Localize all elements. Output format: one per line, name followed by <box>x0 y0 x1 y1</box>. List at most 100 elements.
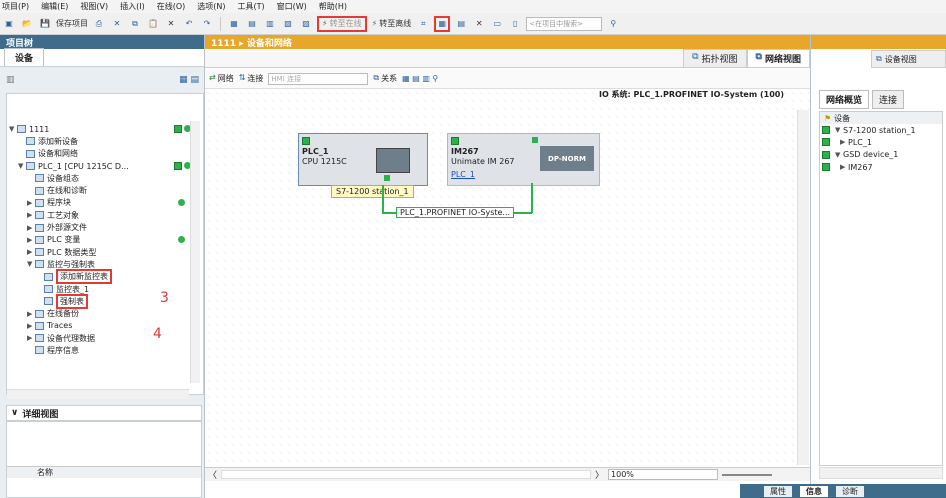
menu-tools[interactable]: 工具(T) <box>237 1 264 12</box>
tree-scrollbar[interactable] <box>190 121 200 383</box>
open-project-icon[interactable]: 📂 <box>20 16 34 32</box>
undo-icon[interactable]: ↶ <box>182 16 196 32</box>
editor-hscrollbar[interactable] <box>221 470 592 479</box>
topology-view-tab[interactable]: ⧉ 拓扑视图 <box>683 49 747 68</box>
copy-icon[interactable]: ⧉ <box>128 16 142 32</box>
tab-info[interactable]: 信息 <box>800 485 828 497</box>
tree-item[interactable]: 添加新监控表 <box>7 269 193 285</box>
tab-diagnostics[interactable]: 诊断 <box>836 485 864 497</box>
row-check-icon[interactable] <box>822 138 830 147</box>
print-icon[interactable]: ⎙ <box>92 16 106 32</box>
menu-view[interactable]: 视图(V) <box>80 1 108 12</box>
accessible-devices-icon[interactable]: ⌗ <box>416 16 430 32</box>
network-button[interactable]: ⇄ 网络 <box>209 73 234 84</box>
download-icon[interactable]: ▤ <box>245 16 259 32</box>
tree-item[interactable]: 程序信息 <box>7 344 193 356</box>
tree-item[interactable]: ▶ 在线备份 <box>7 307 193 319</box>
expand-right-icon[interactable]: ▶ <box>27 248 35 256</box>
cross-reference-icon[interactable]: ✕ <box>472 16 486 32</box>
save-button[interactable]: 保存项目 <box>56 18 88 29</box>
expand-right-icon[interactable]: ▶ <box>27 199 35 207</box>
paste-icon[interactable]: 📋 <box>146 16 160 32</box>
relation-button[interactable]: ⧉ 关系 <box>373 73 397 84</box>
delete-icon[interactable]: ✕ <box>164 16 178 32</box>
tree-filter-icon[interactable]: ▥ <box>6 75 15 85</box>
menu-insert[interactable]: 插入(I) <box>120 1 145 12</box>
menu-edit[interactable]: 编辑(E) <box>41 1 68 12</box>
im267-port-icon[interactable] <box>532 137 538 143</box>
plc-port-icon[interactable] <box>384 175 390 181</box>
connections-button[interactable]: ⇅ 连接 <box>239 73 264 84</box>
overview-hscrollbar[interactable] <box>819 467 943 479</box>
tree-item[interactable]: 设备组态 <box>7 172 193 184</box>
tab-devices[interactable]: 设备 <box>4 48 45 66</box>
tab-properties[interactable]: 属性 <box>764 485 792 497</box>
menu-window[interactable]: 窗口(W) <box>277 1 307 12</box>
connection-type-select[interactable]: HMI 连接 <box>268 72 369 85</box>
zoom-slider[interactable] <box>722 473 773 476</box>
row-check-icon[interactable] <box>822 126 830 135</box>
device-view-tab[interactable]: ⧉ 设备视图 <box>871 50 946 68</box>
overview-row[interactable]: ▼ S7-1200 station_1 <box>820 124 942 136</box>
go-online-button[interactable]: ⚡ 转至在线 <box>317 15 367 32</box>
split-horizontal-icon[interactable]: ▭ <box>490 16 504 32</box>
tree-item[interactable]: ▼ 1111 <box>7 123 193 135</box>
tree-item[interactable]: 添加新设备 <box>7 135 193 147</box>
stop-cpu-icon[interactable]: ▤ <box>454 16 468 32</box>
row-check-icon[interactable] <box>822 163 830 172</box>
network-canvas[interactable]: IO 系统: PLC_1.PROFINET IO-System (100) PL… <box>205 89 810 465</box>
menu-help[interactable]: 帮助(H) <box>319 1 347 12</box>
hscroll-right-icon[interactable]: 〉 <box>595 468 604 481</box>
simulation-icon[interactable]: ▧ <box>281 16 295 32</box>
tree-item[interactable]: ▶ 外部源文件 <box>7 221 193 233</box>
overview-row[interactable]: ▼ GSD device_1 <box>820 149 942 161</box>
redo-icon[interactable]: ↷ <box>200 16 214 32</box>
tree-item[interactable]: ▶ 设备代理数据 <box>7 332 193 344</box>
expand-right-icon[interactable]: ▶ <box>27 224 35 232</box>
search-icon[interactable]: ⚲ <box>606 16 620 32</box>
compile-icon[interactable]: ▦ <box>227 16 241 32</box>
expand-down-icon[interactable]: ▼ <box>9 125 17 133</box>
expand-right-icon[interactable]: ▶ <box>840 163 848 171</box>
network-view-tab[interactable]: ⧉ 网络视图 <box>746 49 810 68</box>
editor-vscrollbar[interactable] <box>797 110 809 465</box>
go-offline-button[interactable]: ⚡ 转至离线 <box>371 16 413 32</box>
expand-right-icon[interactable]: ▶ <box>27 236 35 244</box>
plc-device[interactable]: PLC_1 CPU 1215C <box>298 133 428 186</box>
monitor-icon[interactable]: ▨ <box>299 16 313 32</box>
expand-right-icon[interactable]: ▶ <box>27 211 35 219</box>
tree-item[interactable]: ▶ PLC 数据类型 <box>7 246 193 258</box>
tree-item[interactable]: ▶ Traces <box>7 320 193 332</box>
project-search-input[interactable]: <在项目中搜索> <box>526 16 603 31</box>
im267-master-link[interactable]: PLC_1 <box>451 170 475 179</box>
detail-view-header[interactable]: ∨ 详细视图 <box>6 405 202 421</box>
tree-hscrollbar[interactable] <box>7 389 189 399</box>
zoom-icon[interactable]: ▦ ▤ ▥ ⚲ <box>402 74 438 83</box>
overview-row[interactable]: ▶ PLC_1 <box>820 136 942 148</box>
menu-options[interactable]: 选项(N) <box>197 1 225 12</box>
im267-device[interactable]: IM267 Unimate IM 267 PLC_1 DP-NORM <box>447 133 600 186</box>
expand-right-icon[interactable]: ▶ <box>27 310 35 318</box>
split-vertical-icon[interactable]: ▯ <box>508 16 522 32</box>
menu-online[interactable]: 在线(O) <box>157 1 186 12</box>
save-icon[interactable]: 💾 <box>38 16 52 32</box>
start-cpu-icon[interactable]: ▦ <box>434 15 451 32</box>
upload-icon[interactable]: ▥ <box>263 16 277 32</box>
tree-item[interactable]: 在线和诊断 <box>7 184 193 196</box>
zoom-select[interactable]: 100% <box>608 469 719 480</box>
tree-item[interactable]: ▶ PLC 变量 <box>7 234 193 246</box>
expand-right-icon[interactable]: ▶ <box>27 322 35 330</box>
menu-project[interactable]: 项目(P) <box>2 1 29 12</box>
expand-right-icon[interactable]: ▶ <box>27 334 35 342</box>
overview-row[interactable]: ▶ IM267 <box>820 161 942 173</box>
tree-item[interactable]: ▶ 程序块 <box>7 197 193 209</box>
tree-item[interactable]: ▶ 工艺对象 <box>7 209 193 221</box>
expand-down-icon[interactable]: ▼ <box>835 151 843 159</box>
tab-connections[interactable]: 连接 <box>872 89 905 109</box>
expand-down-icon[interactable]: ▼ <box>18 162 26 170</box>
new-project-icon[interactable]: ▣ <box>2 16 16 32</box>
hscroll-left-icon[interactable]: 〈 <box>205 468 217 481</box>
tab-network-overview[interactable]: 网络概览 <box>819 89 870 109</box>
cut-icon[interactable]: ✕ <box>110 16 124 32</box>
expand-right-icon[interactable]: ▶ <box>840 138 848 146</box>
